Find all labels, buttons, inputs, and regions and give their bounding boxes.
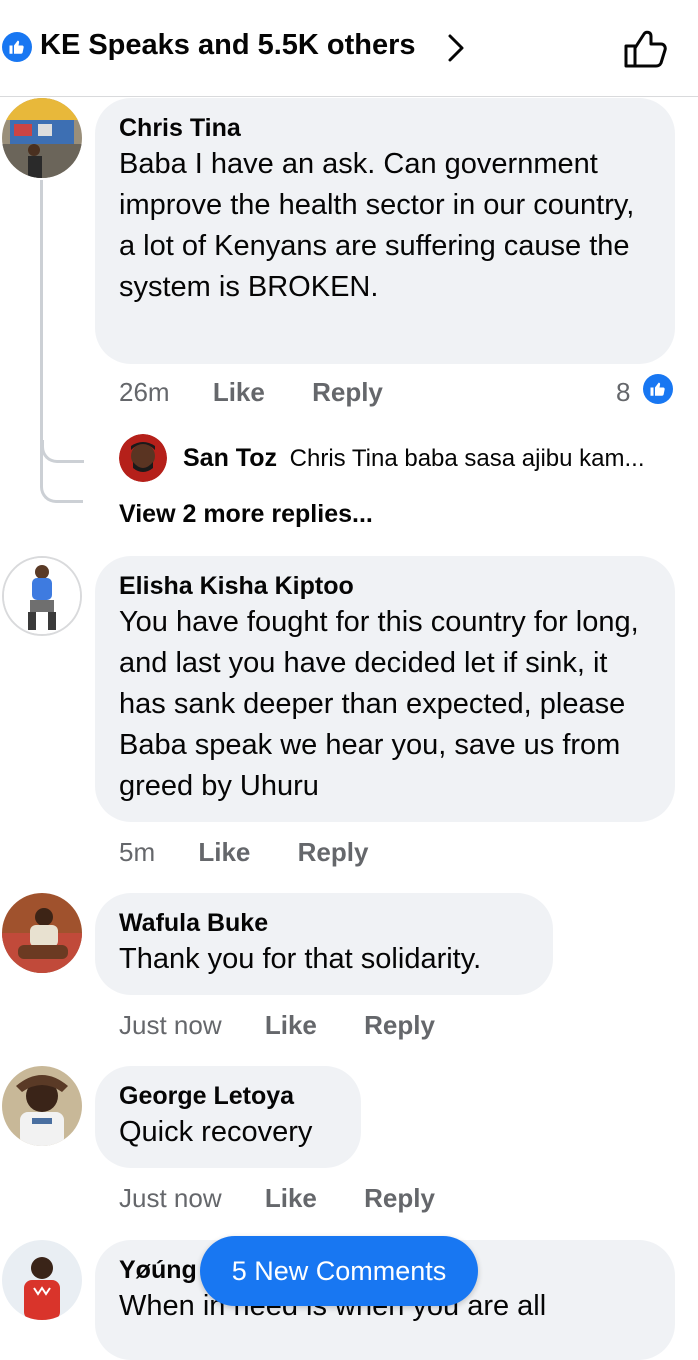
comment-actions: 5m Like Reply — [119, 837, 368, 868]
comment-author[interactable]: Elisha Kisha Kiptoo — [119, 570, 651, 602]
comment-text: Baba I have an ask. Can government impro… — [119, 148, 635, 303]
reply-text: Chris Tina baba sasa ajibu kam... — [289, 445, 645, 472]
reaction-count[interactable]: 8 — [616, 377, 630, 408]
reply-button[interactable]: Reply — [364, 1010, 435, 1040]
reply-button[interactable]: Reply — [298, 837, 369, 867]
reply-preview[interactable]: San Toz Chris Tina baba sasa ajibu kam..… — [183, 444, 645, 473]
comment-text: Quick recovery — [119, 1116, 313, 1148]
comment-text: You have fought for this country for lon… — [119, 606, 639, 802]
thread-branch — [41, 440, 84, 463]
avatar[interactable] — [2, 1240, 82, 1320]
comment-actions: 26m Like Reply — [119, 377, 383, 408]
avatar[interactable] — [2, 893, 82, 973]
reply-button[interactable]: Reply — [312, 377, 383, 407]
comment-time: 26m — [119, 377, 170, 407]
comment-author[interactable]: George Letoya — [119, 1080, 337, 1112]
comment-actions: Just now Like Reply — [119, 1183, 435, 1214]
avatar[interactable] — [2, 98, 82, 178]
comment-text: Thank you for that solidarity. — [119, 943, 482, 975]
avatar[interactable] — [119, 434, 167, 482]
comment-time: Just now — [119, 1183, 222, 1213]
comment-time: Just now — [119, 1010, 222, 1040]
like-button[interactable]: Like — [265, 1010, 317, 1040]
thumbs-up-outline-icon[interactable] — [622, 28, 668, 75]
avatar[interactable] — [2, 1066, 82, 1146]
comment-bubble[interactable]: Wafula Buke Thank you for that solidarit… — [95, 893, 553, 995]
comment-actions: Just now Like Reply — [119, 1010, 435, 1041]
chevron-right-icon[interactable] — [444, 32, 468, 69]
like-button[interactable]: Like — [265, 1183, 317, 1213]
reply-author[interactable]: San Toz — [183, 444, 277, 472]
new-comments-button[interactable]: 5 New Comments — [200, 1236, 478, 1306]
comment-time: 5m — [119, 837, 156, 867]
comment-bubble[interactable]: Chris Tina Baba I have an ask. Can gover… — [95, 98, 675, 364]
like-badge-icon — [2, 32, 32, 62]
like-badge-icon — [643, 374, 673, 404]
reply-button[interactable]: Reply — [364, 1183, 435, 1213]
comment-author[interactable]: Wafula Buke — [119, 907, 529, 939]
like-button[interactable]: Like — [198, 837, 250, 867]
reactions-header: KE Speaks and 5.5K others — [0, 0, 698, 97]
like-button[interactable]: Like — [213, 377, 265, 407]
reactions-summary[interactable]: KE Speaks and 5.5K others — [40, 29, 416, 62]
view-more-replies-link[interactable]: View 2 more replies... — [119, 500, 373, 529]
reaction-count-value: 8 — [616, 377, 631, 407]
comment-bubble[interactable]: Elisha Kisha Kiptoo You have fought for … — [95, 556, 675, 822]
comment-author[interactable]: Chris Tina — [119, 112, 651, 144]
comment-bubble[interactable]: George Letoya Quick recovery — [95, 1066, 361, 1168]
avatar[interactable] — [2, 556, 82, 636]
